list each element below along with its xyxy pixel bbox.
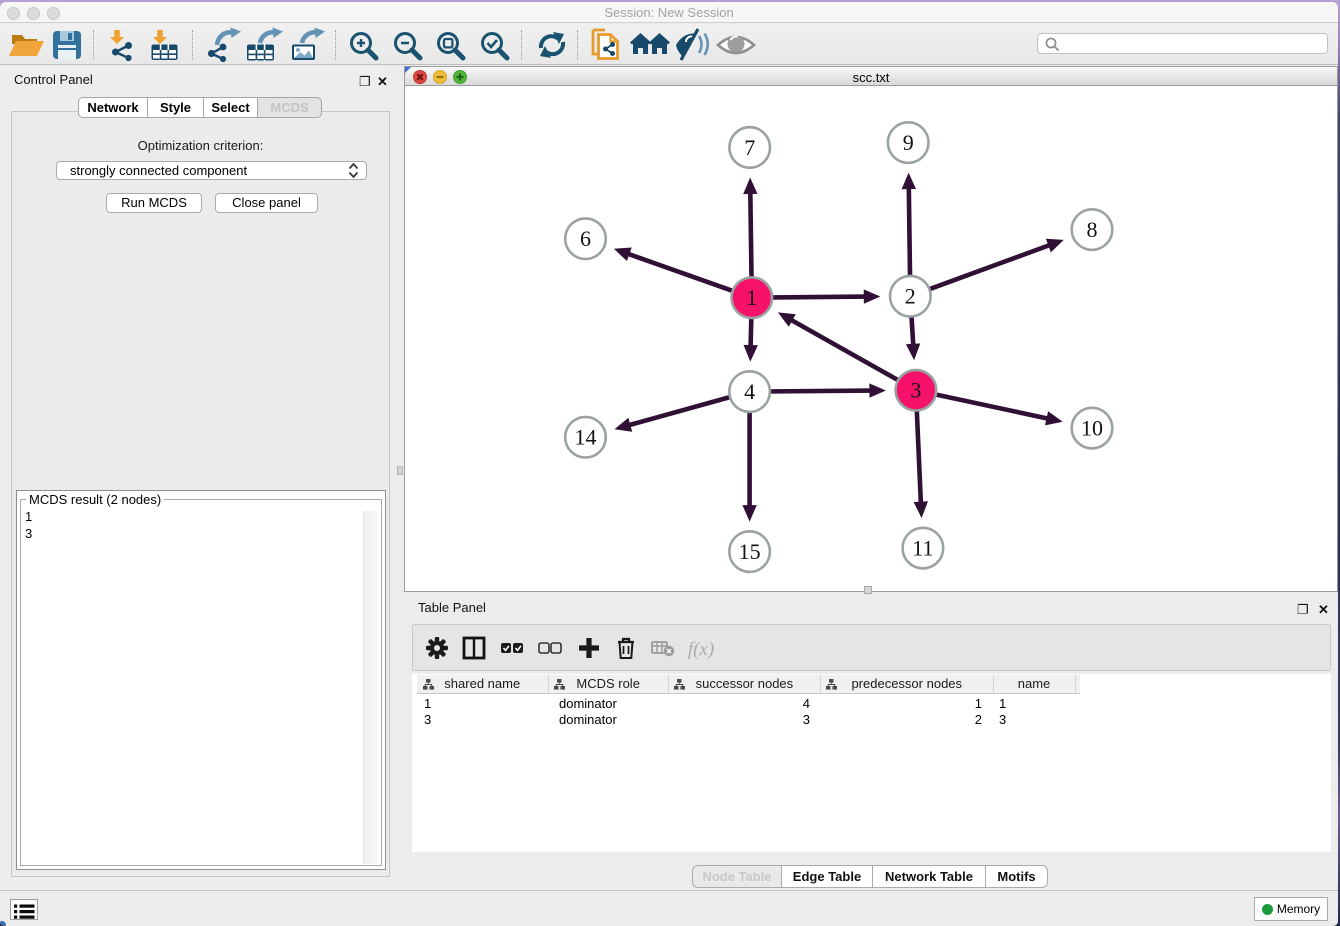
svg-text:10: 10 [1081,416,1103,441]
svg-text:4: 4 [744,379,755,404]
svg-text:1: 1 [746,285,757,310]
svg-text:14: 14 [575,425,597,450]
svg-text:3: 3 [910,378,921,403]
svg-text:9: 9 [903,130,914,155]
svg-text:6: 6 [580,226,591,251]
svg-text:f(x): f(x) [688,639,714,660]
svg-text:8: 8 [1087,217,1098,242]
svg-text:15: 15 [739,539,761,564]
svg-text:7: 7 [744,135,755,160]
svg-text:11: 11 [912,536,933,561]
svg-text:2: 2 [905,284,916,309]
